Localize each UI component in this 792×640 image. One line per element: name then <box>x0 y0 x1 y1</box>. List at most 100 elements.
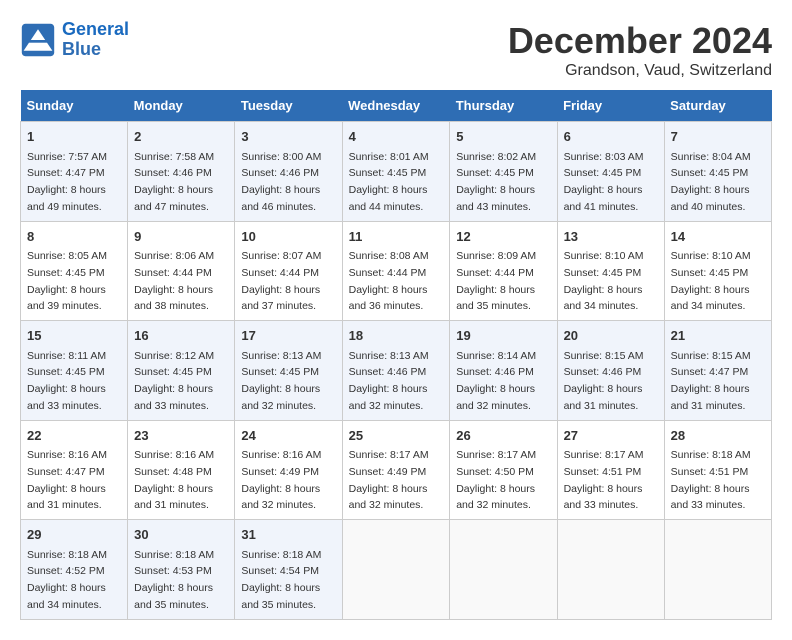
calendar-week-row: 1 Sunrise: 7:57 AMSunset: 4:47 PMDaylight… <box>21 122 772 222</box>
day-detail: Sunrise: 8:16 AMSunset: 4:47 PMDaylight:… <box>27 449 107 511</box>
header: General Blue December 2024 Grandson, Vau… <box>20 20 772 80</box>
day-number: 29 <box>27 525 121 545</box>
calendar-cell: 24 Sunrise: 8:16 AMSunset: 4:49 PMDayligh… <box>235 420 342 520</box>
day-detail: Sunrise: 8:16 AMSunset: 4:48 PMDaylight:… <box>134 449 214 511</box>
calendar-cell: 1 Sunrise: 7:57 AMSunset: 4:47 PMDaylight… <box>21 122 128 222</box>
header-thursday: Thursday <box>450 90 557 122</box>
day-number: 2 <box>134 127 228 147</box>
day-number: 12 <box>456 227 550 247</box>
calendar-cell: 4 Sunrise: 8:01 AMSunset: 4:45 PMDaylight… <box>342 122 450 222</box>
day-detail: Sunrise: 8:13 AMSunset: 4:45 PMDaylight:… <box>241 350 321 412</box>
day-number: 3 <box>241 127 335 147</box>
calendar-header-row: SundayMondayTuesdayWednesdayThursdayFrid… <box>21 90 772 122</box>
day-number: 9 <box>134 227 228 247</box>
calendar-week-row: 22 Sunrise: 8:16 AMSunset: 4:47 PMDayligh… <box>21 420 772 520</box>
header-wednesday: Wednesday <box>342 90 450 122</box>
day-number: 21 <box>671 326 765 346</box>
day-detail: Sunrise: 8:15 AMSunset: 4:46 PMDaylight:… <box>564 350 644 412</box>
day-number: 26 <box>456 426 550 446</box>
day-detail: Sunrise: 8:17 AMSunset: 4:49 PMDaylight:… <box>349 449 429 511</box>
calendar-cell: 16Sunrise: 8:12 AMSunset: 4:45 PMDayligh… <box>128 321 235 421</box>
day-number: 16 <box>134 326 228 346</box>
calendar-cell: 8Sunrise: 8:05 AMSunset: 4:45 PMDaylight… <box>21 221 128 321</box>
day-number: 4 <box>349 127 444 147</box>
calendar-cell <box>557 520 664 620</box>
calendar-cell: 6 Sunrise: 8:03 AMSunset: 4:45 PMDaylight… <box>557 122 664 222</box>
calendar-cell: 7Sunrise: 8:04 AMSunset: 4:45 PMDaylight… <box>664 122 771 222</box>
day-number: 22 <box>27 426 121 446</box>
calendar-week-row: 29 Sunrise: 8:18 AMSunset: 4:52 PMDayligh… <box>21 520 772 620</box>
day-detail: Sunrise: 8:02 AMSunset: 4:45 PMDaylight:… <box>456 151 536 213</box>
day-detail: Sunrise: 8:09 AMSunset: 4:44 PMDaylight:… <box>456 250 536 312</box>
calendar-cell: 25 Sunrise: 8:17 AMSunset: 4:49 PMDayligh… <box>342 420 450 520</box>
day-detail: Sunrise: 8:18 AMSunset: 4:54 PMDaylight:… <box>241 549 321 611</box>
calendar-cell: 14 Sunrise: 8:10 AMSunset: 4:45 PMDayligh… <box>664 221 771 321</box>
calendar-cell: 15Sunrise: 8:11 AMSunset: 4:45 PMDayligh… <box>21 321 128 421</box>
day-number: 13 <box>564 227 658 247</box>
logo-icon <box>20 22 56 58</box>
day-number: 23 <box>134 426 228 446</box>
day-number: 7 <box>671 127 765 147</box>
day-detail: Sunrise: 8:05 AMSunset: 4:45 PMDaylight:… <box>27 250 107 312</box>
calendar-cell <box>664 520 771 620</box>
day-number: 30 <box>134 525 228 545</box>
day-number: 20 <box>564 326 658 346</box>
day-detail: Sunrise: 8:17 AMSunset: 4:50 PMDaylight:… <box>456 449 536 511</box>
day-number: 14 <box>671 227 765 247</box>
calendar-cell: 19 Sunrise: 8:14 AMSunset: 4:46 PMDayligh… <box>450 321 557 421</box>
calendar-cell <box>342 520 450 620</box>
calendar-cell: 11 Sunrise: 8:08 AMSunset: 4:44 PMDayligh… <box>342 221 450 321</box>
day-detail: Sunrise: 8:08 AMSunset: 4:44 PMDaylight:… <box>349 250 429 312</box>
day-detail: Sunrise: 8:15 AMSunset: 4:47 PMDaylight:… <box>671 350 751 412</box>
calendar-cell: 17 Sunrise: 8:13 AMSunset: 4:45 PMDayligh… <box>235 321 342 421</box>
day-detail: Sunrise: 8:18 AMSunset: 4:53 PMDaylight:… <box>134 549 214 611</box>
calendar-cell: 5Sunrise: 8:02 AMSunset: 4:45 PMDaylight… <box>450 122 557 222</box>
calendar-cell: 18Sunrise: 8:13 AMSunset: 4:46 PMDayligh… <box>342 321 450 421</box>
day-number: 6 <box>564 127 658 147</box>
calendar-cell: 27Sunrise: 8:17 AMSunset: 4:51 PMDayligh… <box>557 420 664 520</box>
calendar-cell: 23 Sunrise: 8:16 AMSunset: 4:48 PMDayligh… <box>128 420 235 520</box>
calendar-cell: 30 Sunrise: 8:18 AMSunset: 4:53 PMDayligh… <box>128 520 235 620</box>
day-number: 17 <box>241 326 335 346</box>
day-number: 24 <box>241 426 335 446</box>
month-title: December 2024 <box>508 20 772 62</box>
calendar-cell: 13Sunrise: 8:10 AMSunset: 4:45 PMDayligh… <box>557 221 664 321</box>
logo: General Blue <box>20 20 129 60</box>
day-detail: Sunrise: 8:03 AMSunset: 4:45 PMDaylight:… <box>564 151 644 213</box>
header-sunday: Sunday <box>21 90 128 122</box>
day-detail: Sunrise: 8:07 AMSunset: 4:44 PMDaylight:… <box>241 250 321 312</box>
day-number: 18 <box>349 326 444 346</box>
calendar-cell: 3 Sunrise: 8:00 AMSunset: 4:46 PMDaylight… <box>235 122 342 222</box>
calendar-cell: 20 Sunrise: 8:15 AMSunset: 4:46 PMDayligh… <box>557 321 664 421</box>
day-detail: Sunrise: 8:01 AMSunset: 4:45 PMDaylight:… <box>349 151 429 213</box>
day-detail: Sunrise: 8:16 AMSunset: 4:49 PMDaylight:… <box>241 449 321 511</box>
calendar-cell: 2Sunrise: 7:58 AMSunset: 4:46 PMDaylight… <box>128 122 235 222</box>
day-detail: Sunrise: 8:00 AMSunset: 4:46 PMDaylight:… <box>241 151 321 213</box>
day-detail: Sunrise: 8:11 AMSunset: 4:45 PMDaylight:… <box>27 350 106 412</box>
location: Grandson, Vaud, Switzerland <box>508 62 772 80</box>
day-detail: Sunrise: 8:17 AMSunset: 4:51 PMDaylight:… <box>564 449 644 511</box>
day-detail: Sunrise: 7:57 AMSunset: 4:47 PMDaylight:… <box>27 151 107 213</box>
day-detail: Sunrise: 8:18 AMSunset: 4:51 PMDaylight:… <box>671 449 751 511</box>
day-number: 1 <box>27 127 121 147</box>
day-number: 28 <box>671 426 765 446</box>
calendar-cell: 28 Sunrise: 8:18 AMSunset: 4:51 PMDayligh… <box>664 420 771 520</box>
day-detail: Sunrise: 8:10 AMSunset: 4:45 PMDaylight:… <box>671 250 751 312</box>
calendar-week-row: 15Sunrise: 8:11 AMSunset: 4:45 PMDayligh… <box>21 321 772 421</box>
calendar-cell: 12 Sunrise: 8:09 AMSunset: 4:44 PMDayligh… <box>450 221 557 321</box>
header-monday: Monday <box>128 90 235 122</box>
day-detail: Sunrise: 8:18 AMSunset: 4:52 PMDaylight:… <box>27 549 107 611</box>
header-tuesday: Tuesday <box>235 90 342 122</box>
calendar-cell: 26 Sunrise: 8:17 AMSunset: 4:50 PMDayligh… <box>450 420 557 520</box>
day-number: 11 <box>349 227 444 247</box>
title-area: December 2024 Grandson, Vaud, Switzerlan… <box>508 20 772 80</box>
calendar-cell <box>450 520 557 620</box>
day-number: 31 <box>241 525 335 545</box>
day-detail: Sunrise: 8:14 AMSunset: 4:46 PMDaylight:… <box>456 350 536 412</box>
calendar-table: SundayMondayTuesdayWednesdayThursdayFrid… <box>20 90 772 620</box>
day-number: 25 <box>349 426 444 446</box>
day-detail: Sunrise: 8:06 AMSunset: 4:44 PMDaylight:… <box>134 250 214 312</box>
day-number: 19 <box>456 326 550 346</box>
logo-text: General Blue <box>62 20 129 60</box>
calendar-cell: 22 Sunrise: 8:16 AMSunset: 4:47 PMDayligh… <box>21 420 128 520</box>
